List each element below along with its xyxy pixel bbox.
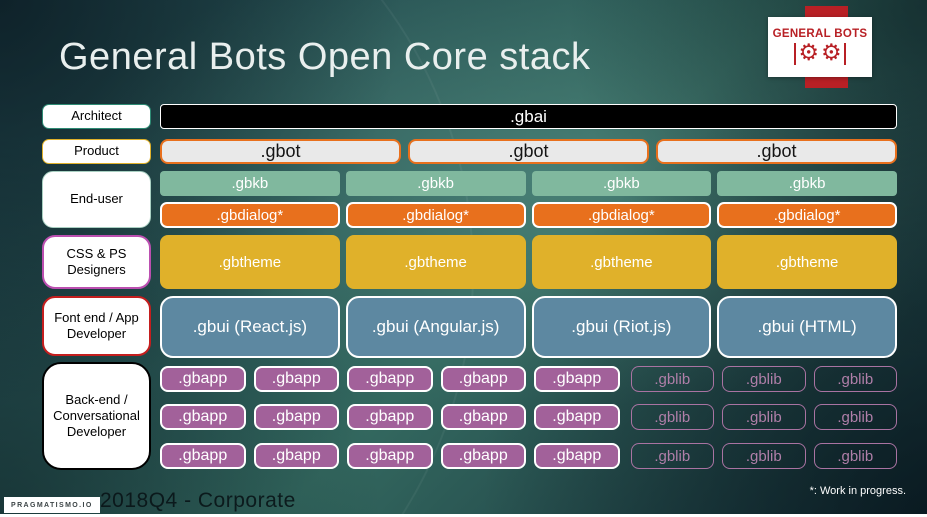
gbtheme-box: .gbtheme xyxy=(345,235,526,289)
gblib-box: .gblib xyxy=(722,404,806,430)
logo-brand-text: GENERAL BOTS xyxy=(772,27,868,40)
gear-icon: ⚙ xyxy=(798,40,819,66)
gbdialog-box: .gbdialog* xyxy=(345,202,526,228)
gbai-box: .gbai xyxy=(160,104,897,129)
row-gbdialog: .gbdialog* .gbdialog* .gbdialog* .gbdial… xyxy=(160,202,897,228)
gbkb-box: .gbkb xyxy=(717,171,897,196)
gbdialog-box: .gbdialog* xyxy=(160,202,340,228)
gear-icon: ⚙ xyxy=(821,40,842,66)
gbapp-box: .gbapp xyxy=(253,366,339,392)
gblib-box: .gblib xyxy=(630,443,714,469)
row-gbtheme: .gbtheme .gbtheme .gbtheme .gbtheme xyxy=(160,235,897,289)
slide-canvas: General Bots Open Core stack GENERAL BOT… xyxy=(0,0,927,517)
gbapp-box: .gbapp xyxy=(347,443,433,469)
gbkb-box: .gbkb xyxy=(531,171,712,196)
row-gbapp-gblib-1: .gbapp .gbapp .gbapp .gbapp .gbapp .gbli… xyxy=(160,366,897,392)
gbapp-box: .gbapp xyxy=(440,443,526,469)
gbdialog-box: .gbdialog* xyxy=(717,202,897,228)
gbapp-box: .gbapp xyxy=(347,366,433,392)
row-gbui: .gbui (React.js) .gbui (Angular.js) .gbu… xyxy=(160,296,897,358)
gbui-react-box: .gbui (React.js) xyxy=(160,296,340,358)
gbapp-box: .gbapp xyxy=(347,404,433,430)
slide-footer-caption: 2018Q4 - Corporate xyxy=(100,489,296,512)
gblib-box: .gblib xyxy=(722,366,806,392)
gbkb-box: .gbkb xyxy=(345,171,526,196)
gbapp-box: .gbapp xyxy=(534,443,620,469)
gbui-html-box: .gbui (HTML) xyxy=(717,296,897,358)
gbapp-box: .gbapp xyxy=(253,404,339,430)
gbapp-box: .gbapp xyxy=(440,404,526,430)
role-label-architect: Architect xyxy=(42,104,151,129)
gbapp-box: .gbapp xyxy=(160,404,246,430)
gears-icon: ⚙ ⚙ xyxy=(793,40,847,67)
gblib-box: .gblib xyxy=(813,443,897,469)
row-gbai: .gbai xyxy=(160,104,897,129)
gblib-box: .gblib xyxy=(813,404,897,430)
gbot-box: .gbot xyxy=(656,139,897,164)
gbot-box: .gbot xyxy=(160,139,401,164)
gbapp-box: .gbapp xyxy=(160,366,246,392)
gblib-box: .gblib xyxy=(722,443,806,469)
gbui-riot-box: .gbui (Riot.js) xyxy=(531,296,712,358)
gbapp-box: .gbapp xyxy=(534,404,620,430)
gbkb-box: .gbkb xyxy=(160,171,340,196)
gblib-box: .gblib xyxy=(630,404,714,430)
row-gbkb: .gbkb .gbkb .gbkb .gbkb xyxy=(160,171,897,196)
role-label-end-user: End-user xyxy=(42,171,151,228)
role-label-css-ps-designers: CSS & PS Designers xyxy=(42,235,151,289)
gbot-box: .gbot xyxy=(408,139,649,164)
gbapp-box: .gbapp xyxy=(440,366,526,392)
gbapp-box: .gbapp xyxy=(160,443,246,469)
gbtheme-box: .gbtheme xyxy=(717,235,897,289)
gbdialog-box: .gbdialog* xyxy=(531,202,712,228)
row-gbot: .gbot .gbot .gbot xyxy=(160,139,897,164)
gblib-box: .gblib xyxy=(630,366,714,392)
pragmatismo-brand-badge: PRAGMATISMO.IO xyxy=(4,497,100,513)
row-gbapp-gblib-2: .gbapp .gbapp .gbapp .gbapp .gbapp .gbli… xyxy=(160,404,897,430)
role-label-backend-conversational-developer: Back-end / Conversational Developer xyxy=(42,362,151,470)
role-label-product: Product xyxy=(42,139,151,164)
gbtheme-box: .gbtheme xyxy=(531,235,712,289)
row-gbapp-gblib-3: .gbapp .gbapp .gbapp .gbapp .gbapp .gbli… xyxy=(160,443,897,469)
gbapp-box: .gbapp xyxy=(534,366,620,392)
gbui-angular-box: .gbui (Angular.js) xyxy=(345,296,526,358)
page-title: General Bots Open Core stack xyxy=(59,36,591,78)
role-label-frontend-app-developer: Font end / App Developer xyxy=(42,296,151,356)
gbapp-box: .gbapp xyxy=(253,443,339,469)
gbtheme-box: .gbtheme xyxy=(160,235,340,289)
gear-bar-right-icon xyxy=(843,42,847,65)
general-bots-logo: GENERAL BOTS ⚙ ⚙ xyxy=(768,17,872,77)
work-in-progress-note: *: Work in progress. xyxy=(809,485,906,497)
gear-bar-left-icon xyxy=(793,42,797,65)
gblib-box: .gblib xyxy=(813,366,897,392)
